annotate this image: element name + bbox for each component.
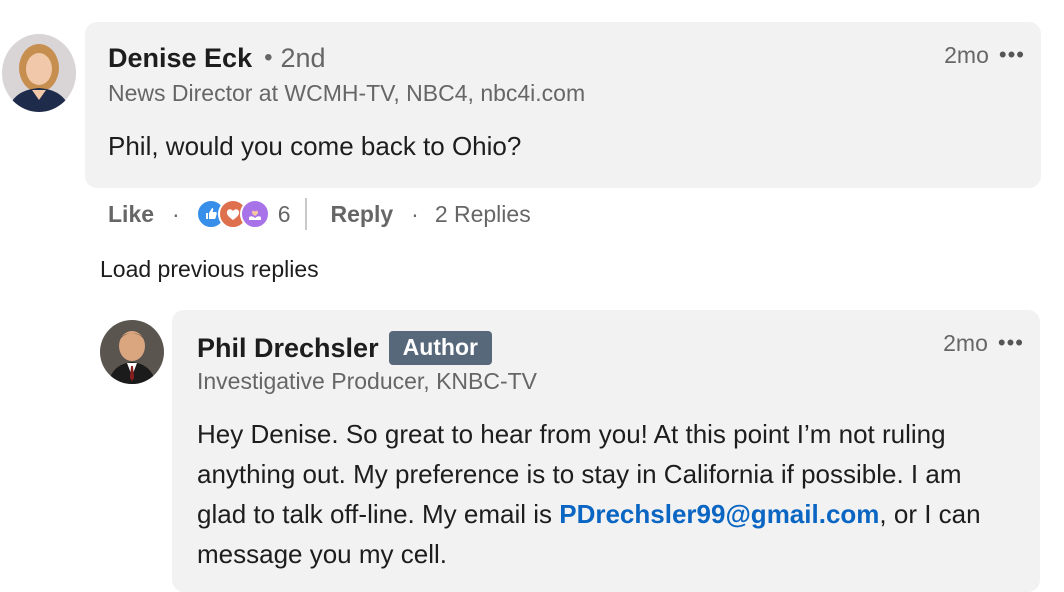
reactions[interactable] bbox=[195, 199, 270, 229]
timestamp: 2mo bbox=[944, 41, 989, 68]
avatar-image bbox=[2, 34, 76, 112]
reply-bubble: Phil Drechsler Author Investigative Prod… bbox=[172, 310, 1040, 592]
author-badge: Author bbox=[388, 331, 492, 365]
separator-dot: • bbox=[264, 44, 273, 71]
reply-meta: 2mo ••• bbox=[943, 328, 1024, 358]
support-reaction-icon bbox=[239, 199, 270, 229]
author-name[interactable]: Denise Eck bbox=[108, 43, 252, 74]
more-dots-icon[interactable]: ••• bbox=[999, 42, 1025, 68]
like-button[interactable]: Like bbox=[108, 201, 154, 228]
reply-author-row: Phil Drechsler Author bbox=[197, 330, 492, 366]
replies-count-link[interactable]: 2 Replies bbox=[435, 201, 531, 228]
connection-degree: 2nd bbox=[280, 42, 326, 73]
comment-meta: 2mo ••• bbox=[944, 40, 1025, 70]
comment-bubble: Denise Eck • 2nd News Director at WCMH-T… bbox=[85, 22, 1041, 188]
timestamp: 2mo bbox=[943, 329, 988, 356]
author-headline: Investigative Producer, KNBC-TV bbox=[197, 368, 538, 394]
author-name[interactable]: Phil Drechsler bbox=[197, 333, 379, 364]
separator-dot: · bbox=[411, 200, 419, 227]
comment-actions: Like · 6 Reply · 2 Replies bbox=[108, 196, 531, 232]
reply-button[interactable]: Reply bbox=[331, 201, 394, 228]
load-previous-replies-link[interactable]: Load previous replies bbox=[100, 256, 319, 283]
avatar-denise-eck[interactable] bbox=[2, 34, 76, 112]
reaction-count[interactable]: 6 bbox=[278, 201, 291, 228]
email-link[interactable]: PDrechsler99@gmail.com bbox=[559, 499, 879, 529]
avatar-phil-drechsler[interactable] bbox=[100, 320, 164, 384]
author-headline: News Director at WCMH-TV, NBC4, nbc4i.co… bbox=[108, 80, 586, 106]
comment-text: Phil, would you come back to Ohio? bbox=[108, 131, 522, 161]
separator-dot: · bbox=[172, 200, 180, 227]
action-divider bbox=[304, 198, 307, 230]
reply-text: Hey Denise. So great to hear from you! A… bbox=[197, 414, 997, 574]
avatar-image bbox=[100, 320, 164, 384]
more-dots-icon[interactable]: ••• bbox=[998, 330, 1024, 356]
comment-author-row: Denise Eck • 2nd bbox=[108, 40, 326, 76]
